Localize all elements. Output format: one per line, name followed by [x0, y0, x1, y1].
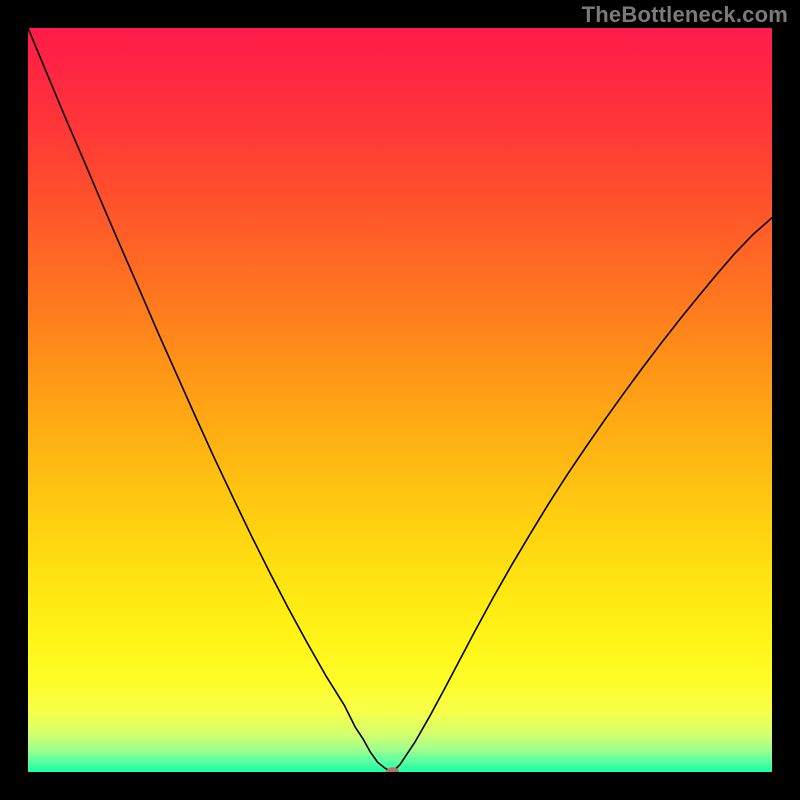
minimum-marker	[387, 768, 399, 772]
chart-stage: TheBottleneck.com	[0, 0, 800, 800]
bottleneck-chart	[28, 28, 772, 772]
watermark-text: TheBottleneck.com	[582, 2, 788, 28]
gradient-panel	[28, 28, 772, 772]
